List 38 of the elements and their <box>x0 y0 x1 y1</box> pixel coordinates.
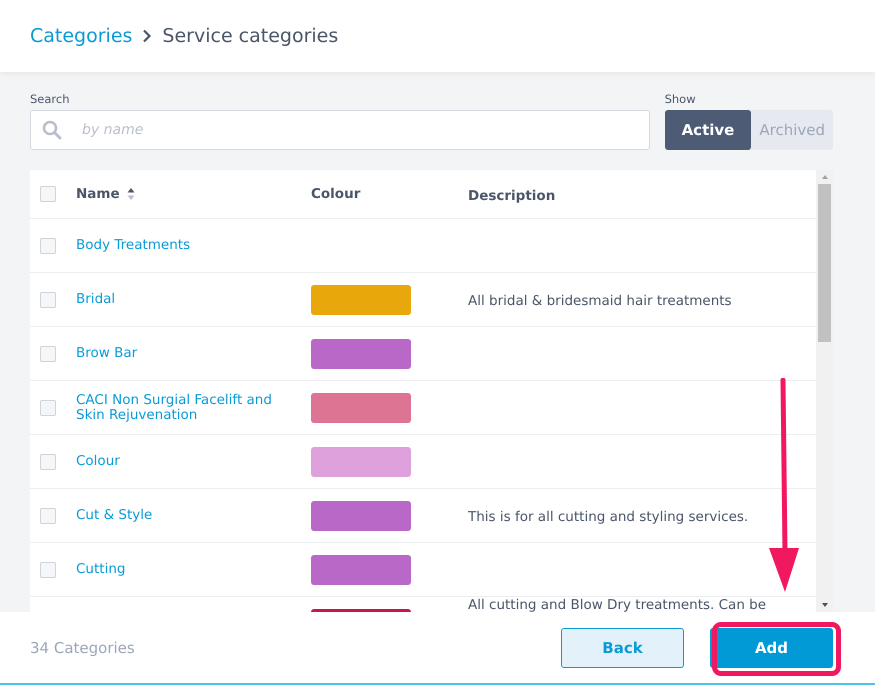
row-checkbox[interactable] <box>40 454 56 470</box>
category-name-link[interactable]: CACI Non Surgial Facelift and Skin Rejuvenation <box>76 392 311 422</box>
category-name-link[interactable]: Body Treatments <box>76 238 200 253</box>
row-checkbox[interactable] <box>40 508 56 524</box>
search-field[interactable]: by name <box>30 110 650 150</box>
show-label: Show <box>664 92 697 106</box>
show-option[interactable]: Active <box>664 110 752 150</box>
category-description: All cutting and Blow Dry treatments. Can be <box>468 597 766 612</box>
category-name-link[interactable]: Bridal <box>76 292 126 307</box>
category-name-link[interactable]: Cutting <box>76 562 136 577</box>
chevron-right-icon <box>142 29 152 43</box>
scroll-down-icon[interactable] <box>820 602 828 608</box>
category-description: All bridal & bridesmaid hair treatments <box>468 293 732 309</box>
scrollbar[interactable] <box>816 170 833 612</box>
row-checkbox[interactable] <box>40 562 56 578</box>
scroll-up-icon[interactable] <box>820 174 828 180</box>
column-header[interactable]: Name <box>76 186 120 202</box>
row-checkbox[interactable] <box>40 400 56 416</box>
column-header: Colour <box>311 186 360 202</box>
select-all-checkbox[interactable] <box>40 186 56 202</box>
page-title: Service categories <box>162 25 338 47</box>
back-button[interactable]: Back <box>561 628 684 668</box>
breadcrumb-link[interactable]: Categories <box>30 25 132 47</box>
category-name-link[interactable]: Colour <box>76 454 130 469</box>
row-checkbox[interactable] <box>40 238 56 254</box>
column-header: Description <box>468 188 556 204</box>
row-checkbox[interactable] <box>40 292 56 308</box>
category-description: This is for all cutting and styling services. <box>468 509 748 525</box>
category-name-link[interactable]: Brow Bar <box>76 346 148 361</box>
row-checkbox[interactable] <box>40 346 56 362</box>
add-button[interactable]: Add <box>710 628 833 668</box>
search-icon <box>42 120 62 140</box>
sort-icon[interactable] <box>126 187 135 201</box>
search-label: Search <box>30 92 71 106</box>
category-count: 34 Categories <box>30 638 135 656</box>
category-name-link[interactable]: Cut & Style <box>76 508 162 523</box>
search-input[interactable]: by name <box>80 121 649 139</box>
show-option[interactable]: Archived <box>751 110 833 150</box>
